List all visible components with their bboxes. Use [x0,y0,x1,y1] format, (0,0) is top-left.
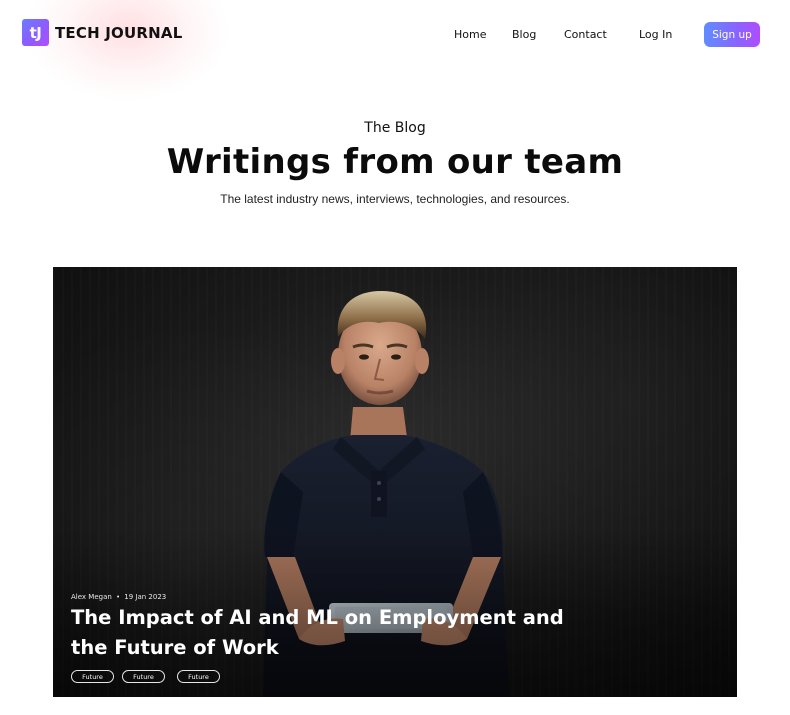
nav-contact-link[interactable]: Contact [564,28,607,41]
hero-eyebrow: The Blog [364,120,426,136]
post-author: Alex Megan [71,593,112,601]
signup-button[interactable]: Sign up [704,22,760,47]
meta-separator-dot: • [116,593,120,601]
post-date: 19 Jan 2023 [124,593,167,601]
tag-chip[interactable]: Future [122,670,165,683]
site-header: tJ TECH JOURNAL Home Blog Contact Log In… [0,0,790,70]
main-nav: Home Blog Contact Log In Sign up [0,22,790,48]
post-tags: Future Future Future [71,670,228,683]
hero-section: The Blog Writings from our team The late… [0,118,790,206]
hero-subtitle: The latest industry news, interviews, te… [220,192,570,206]
page-title: Writings from our team [166,142,624,182]
nav-login-link[interactable]: Log In [639,28,672,41]
tag-chip[interactable]: Future [177,670,220,683]
nav-blog-link[interactable]: Blog [512,28,536,41]
tag-chip[interactable]: Future [71,670,114,683]
post-title[interactable]: The Impact of AI and ML on Employment an… [71,603,571,663]
nav-home-link[interactable]: Home [454,28,486,41]
post-meta: Alex Megan • 19 Jan 2023 [71,593,166,601]
featured-post-card[interactable]: Alex Megan • 19 Jan 2023 The Impact of A… [53,267,737,697]
